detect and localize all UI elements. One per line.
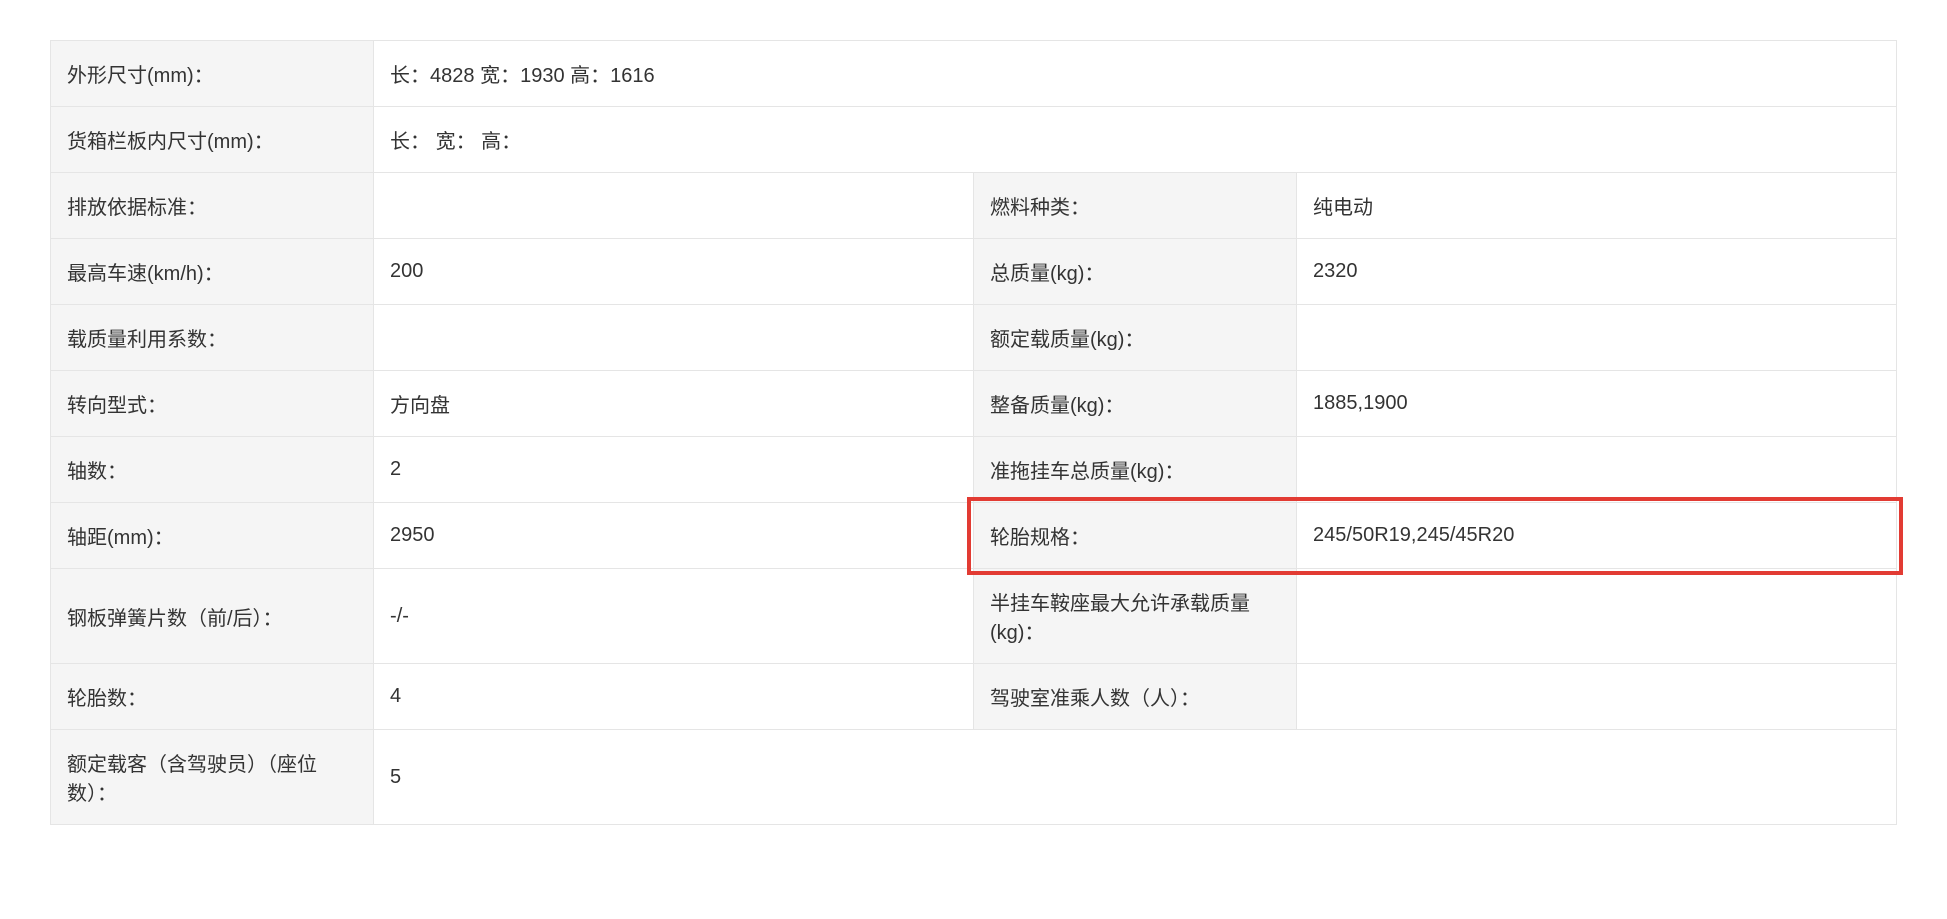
rated-load-label: 额定载质量(kg)： [973,305,1296,371]
axles-label: 轴数： [51,437,374,503]
table-row: 载质量利用系数： 额定载质量(kg)： [51,305,1897,371]
leaf-spring-value: -/- [374,569,974,664]
tire-spec-value: 245/50R19,245/45R20 [1297,503,1897,569]
rated-passengers-value: 5 [374,730,1897,825]
cargo-box-label: 货箱栏板内尺寸(mm)： [51,107,374,173]
fuel-value: 纯电动 [1297,173,1897,239]
emission-value [374,173,974,239]
load-coef-label: 载质量利用系数： [51,305,374,371]
rated-passengers-label: 额定载客（含驾驶员）（座位数）： [51,730,374,825]
steering-value: 方向盘 [374,371,974,437]
curb-weight-label: 整备质量(kg)： [973,371,1296,437]
table-row: 最高车速(km/h)： 200 总质量(kg)： 2320 [51,239,1897,305]
table-row: 转向型式： 方向盘 整备质量(kg)： 1885,1900 [51,371,1897,437]
trailer-gross-label: 准拖挂车总质量(kg)： [973,437,1296,503]
cargo-box-value: 长： 宽： 高： [374,107,1897,173]
cab-occupants-value [1297,664,1897,730]
cab-occupants-label: 驾驶室准乘人数（人）： [973,664,1296,730]
gross-weight-value: 2320 [1297,239,1897,305]
gross-weight-label: 总质量(kg)： [973,239,1296,305]
curb-weight-value: 1885,1900 [1297,371,1897,437]
table-row: 排放依据标准： 燃料种类： 纯电动 [51,173,1897,239]
wheelbase-value: 2950 [374,503,974,569]
saddle-max-value [1297,569,1897,664]
table-row: 轴数： 2 准拖挂车总质量(kg)： [51,437,1897,503]
saddle-max-label: 半挂车鞍座最大允许承载质量(kg)： [973,569,1296,664]
tire-spec-label: 轮胎规格： [973,503,1296,569]
wheelbase-label: 轴距(mm)： [51,503,374,569]
table-row: 轴距(mm)： 2950 轮胎规格： 245/50R19,245/45R20 [51,503,1897,569]
axles-value: 2 [374,437,974,503]
table-row: 外形尺寸(mm)： 长：4828 宽：1930 高：1616 [51,41,1897,107]
emission-label: 排放依据标准： [51,173,374,239]
leaf-spring-label: 钢板弹簧片数（前/后）： [51,569,374,664]
table-row: 货箱栏板内尺寸(mm)： 长： 宽： 高： [51,107,1897,173]
spec-table-wrapper: 外形尺寸(mm)： 长：4828 宽：1930 高：1616 货箱栏板内尺寸(m… [50,40,1897,825]
fuel-label: 燃料种类： [973,173,1296,239]
steering-label: 转向型式： [51,371,374,437]
tire-count-label: 轮胎数： [51,664,374,730]
table-row: 额定载客（含驾驶员）（座位数）： 5 [51,730,1897,825]
top-speed-value: 200 [374,239,974,305]
rated-load-value [1297,305,1897,371]
dimensions-value: 长：4828 宽：1930 高：1616 [374,41,1897,107]
table-row: 轮胎数： 4 驾驶室准乘人数（人）： [51,664,1897,730]
table-row: 钢板弹簧片数（前/后）： -/- 半挂车鞍座最大允许承载质量(kg)： [51,569,1897,664]
dimensions-label: 外形尺寸(mm)： [51,41,374,107]
tire-count-value: 4 [374,664,974,730]
load-coef-value [374,305,974,371]
spec-table: 外形尺寸(mm)： 长：4828 宽：1930 高：1616 货箱栏板内尺寸(m… [50,40,1897,825]
top-speed-label: 最高车速(km/h)： [51,239,374,305]
trailer-gross-value [1297,437,1897,503]
